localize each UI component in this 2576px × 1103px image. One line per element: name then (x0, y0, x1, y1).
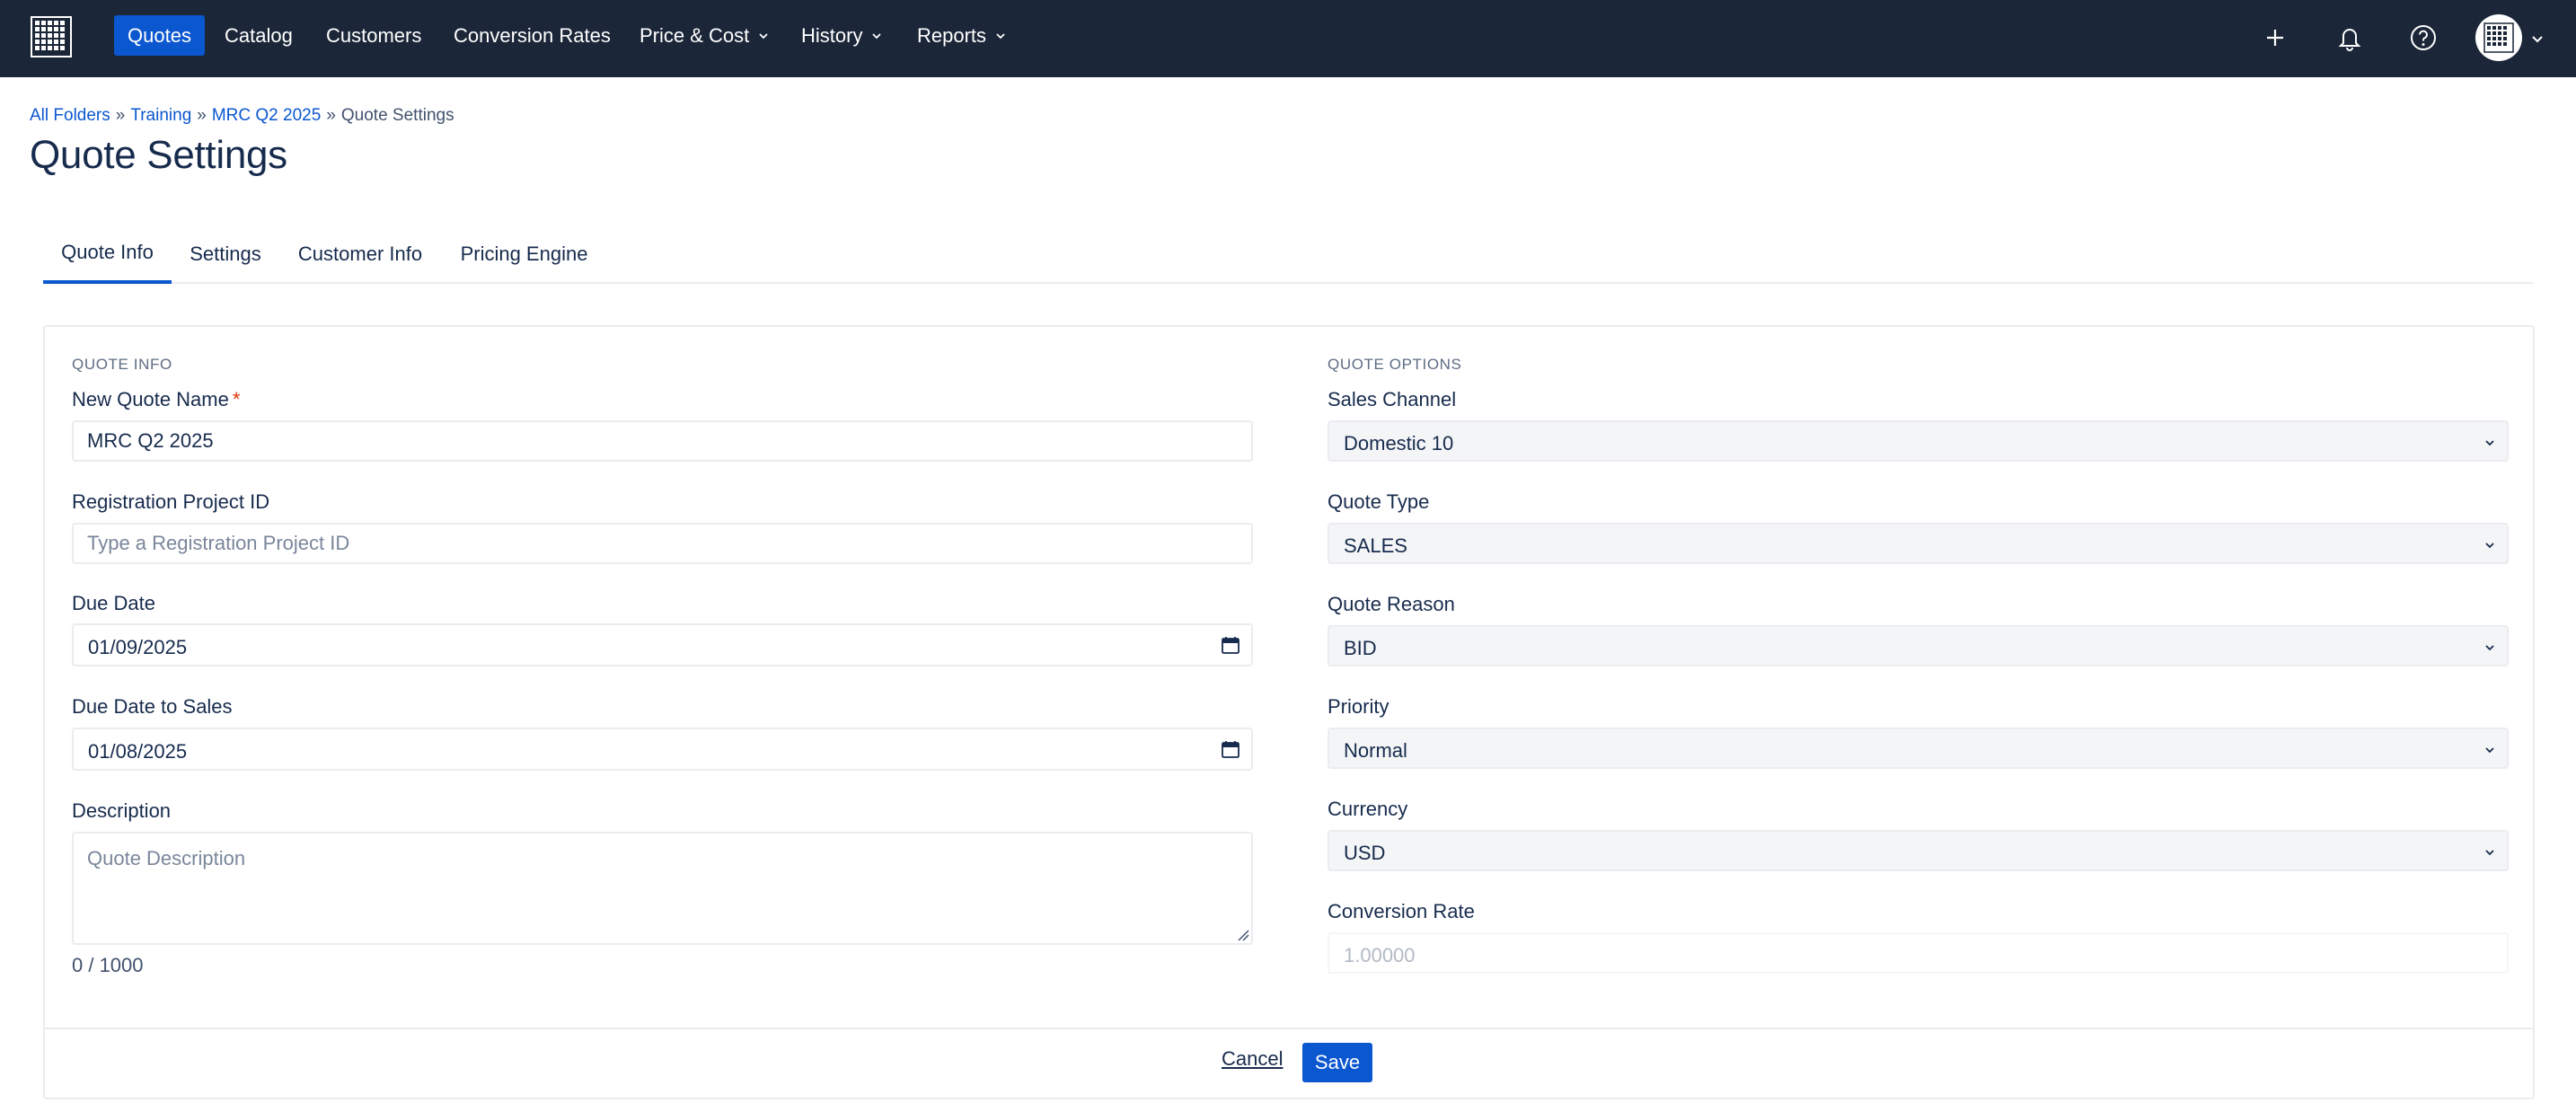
avatar-grid-icon (2483, 22, 2514, 53)
user-avatar[interactable] (2475, 14, 2522, 61)
bell-icon[interactable] (2330, 18, 2369, 57)
chevron-down-icon (2485, 543, 2494, 549)
nav-item-label: Catalog (225, 23, 293, 47)
nav-item-label: Price & Cost (640, 23, 750, 47)
breadcrumb-link-training[interactable]: Training (130, 106, 191, 125)
priority-label: Priority (1328, 695, 1389, 718)
sales-channel-select[interactable]: Domestic 10 (1328, 420, 2509, 462)
due-date-to-sales-input[interactable]: 01/08/2025 (72, 728, 1253, 771)
chevron-down-icon (759, 32, 768, 39)
description-textarea[interactable] (72, 832, 1253, 945)
registration-project-id-label: Registration Project ID (72, 490, 270, 513)
nav-item-history[interactable]: History (786, 15, 897, 56)
help-icon[interactable] (2404, 18, 2443, 57)
breadcrumb-current: Quote Settings (340, 106, 454, 125)
currency-label: Currency (1328, 798, 1408, 820)
breadcrumb-separator: » (326, 106, 336, 125)
sales-channel-label: Sales Channel (1328, 388, 1457, 410)
cancel-button[interactable]: Cancel (1222, 1047, 1283, 1071)
tab-bar: Quote Info Settings Customer Info Pricin… (43, 225, 2533, 284)
breadcrumb-link-quote[interactable]: MRC Q2 2025 (212, 106, 321, 125)
section-title-quote-options: QUOTE OPTIONS (1328, 356, 1462, 373)
breadcrumb-separator: » (197, 106, 207, 125)
conversion-rate-value: 1.00000 (1344, 944, 1416, 966)
nav-item-customers[interactable]: Customers (311, 15, 437, 56)
chevron-down-icon (2485, 747, 2494, 754)
breadcrumb-separator: » (115, 106, 126, 125)
tab-label: Customer Info (297, 243, 423, 265)
nav-item-label: Quotes (128, 23, 191, 47)
priority-select[interactable]: Normal (1328, 728, 2509, 769)
form-footer-divider (45, 1028, 2533, 1029)
quote-settings-form: QUOTE INFO New Quote Name* Registration … (43, 325, 2535, 1099)
quote-type-value: SALES (1344, 534, 1407, 557)
nav-item-label: Conversion Rates (454, 23, 611, 47)
calendar-icon[interactable] (1221, 739, 1240, 759)
chevron-down-icon (996, 32, 1005, 39)
priority-value: Normal (1344, 739, 1407, 762)
chevron-down-icon (872, 32, 882, 39)
quote-type-label: Quote Type (1328, 490, 1430, 513)
chevron-down-icon[interactable] (2531, 32, 2544, 45)
due-date-input[interactable]: 01/09/2025 (72, 623, 1253, 666)
calendar-icon[interactable] (1221, 635, 1240, 655)
quote-name-label-text: New Quote Name (72, 388, 229, 410)
chevron-down-icon (2485, 850, 2494, 856)
top-navigation-bar: Quotes Catalog Customers Conversion Rate… (0, 0, 2576, 77)
nav-item-reports[interactable]: Reports (902, 15, 1021, 56)
tab-label: Settings (190, 243, 261, 265)
breadcrumb-link-all-folders[interactable]: All Folders (30, 106, 110, 125)
tab-label: Quote Info (61, 241, 154, 263)
required-marker: * (232, 388, 241, 410)
due-date-label: Due Date (72, 592, 155, 614)
plus-icon[interactable] (2255, 18, 2295, 57)
due-date-to-sales-label: Due Date to Sales (72, 695, 233, 718)
currency-select[interactable]: USD (1328, 830, 2509, 871)
nav-item-catalog[interactable]: Catalog (209, 15, 308, 56)
app-logo-grid-icon[interactable] (29, 14, 74, 59)
quote-name-label: New Quote Name * (72, 388, 240, 411)
save-button[interactable]: Save (1302, 1043, 1372, 1082)
tab-quote-info[interactable]: Quote Info (43, 225, 172, 284)
nav-item-price-cost[interactable]: Price & Cost (624, 15, 784, 56)
conversion-rate-label: Conversion Rate (1328, 900, 1475, 922)
nav-item-quotes[interactable]: Quotes (114, 15, 205, 56)
conversion-rate-input: 1.00000 (1328, 932, 2509, 974)
section-title-quote-info: QUOTE INFO (72, 356, 172, 373)
due-date-to-sales-value: 01/08/2025 (88, 740, 188, 763)
breadcrumb: All Folders» Training» MRC Q2 2025» Quote S… (30, 106, 454, 126)
nav-item-label: Reports (917, 23, 987, 47)
resize-handle-icon[interactable] (1237, 929, 1249, 941)
chevron-down-icon (2485, 645, 2494, 651)
quote-reason-select[interactable]: BID (1328, 625, 2509, 666)
currency-value: USD (1344, 842, 1386, 864)
nav-item-label: Customers (326, 23, 422, 47)
tab-pricing-engine[interactable]: Pricing Engine (441, 225, 607, 284)
page-title: Quote Settings (30, 133, 287, 177)
description-label: Description (72, 799, 172, 822)
nav-item-conversion-rates[interactable]: Conversion Rates (438, 15, 626, 56)
quote-reason-value: BID (1344, 637, 1377, 659)
chevron-down-icon (2485, 440, 2494, 446)
nav-item-label: History (801, 23, 863, 47)
tab-label: Pricing Engine (460, 243, 588, 265)
tab-customer-info[interactable]: Customer Info (279, 225, 441, 284)
sales-channel-value: Domestic 10 (1344, 432, 1454, 454)
due-date-value: 01/09/2025 (88, 636, 188, 658)
quote-type-select[interactable]: SALES (1328, 523, 2509, 564)
registration-project-id-input[interactable] (72, 523, 1253, 564)
description-char-counter: 0 / 1000 (72, 954, 144, 976)
quote-name-input[interactable] (72, 420, 1253, 462)
quote-reason-label: Quote Reason (1328, 593, 1455, 615)
tab-settings[interactable]: Settings (172, 225, 279, 284)
